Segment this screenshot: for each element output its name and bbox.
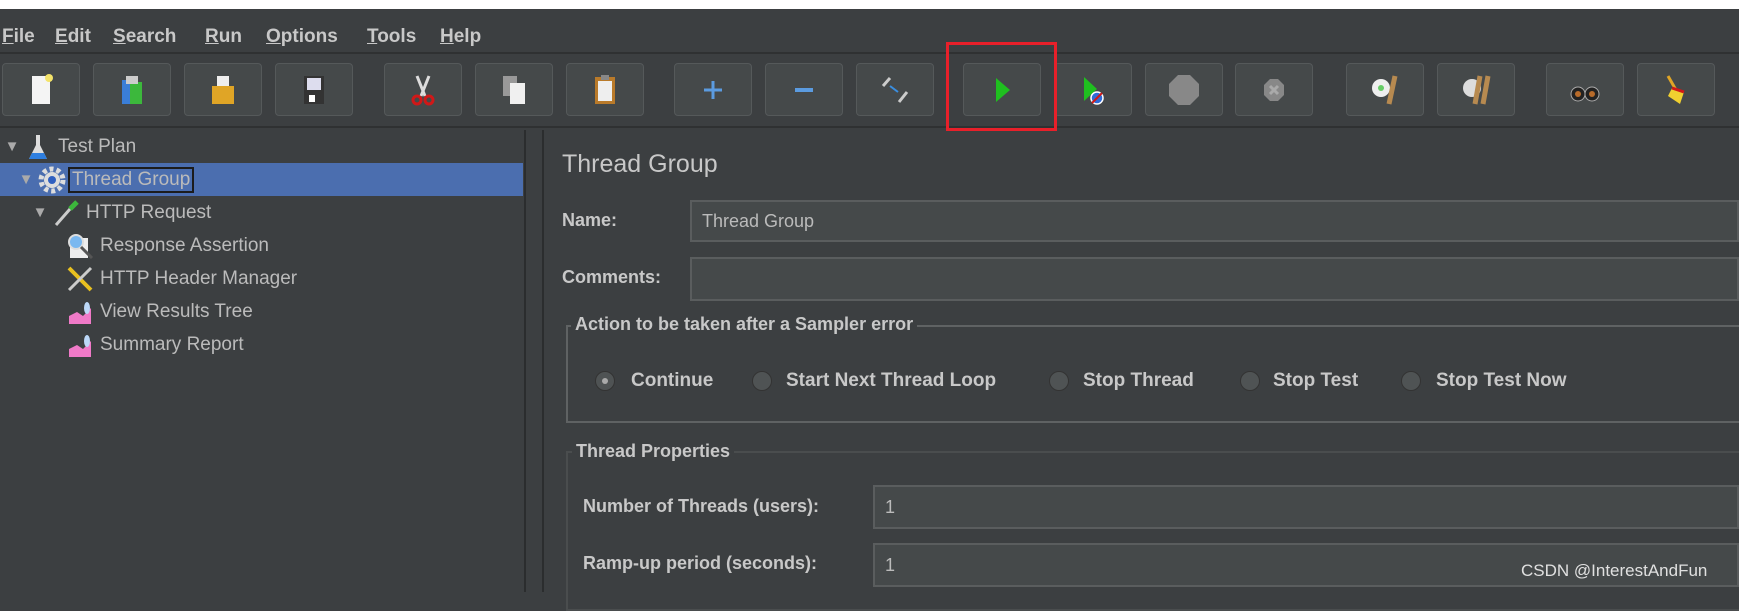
new-button[interactable] [2,63,80,116]
menu-bar: File Edit Search Run Options Tools Help [0,9,1739,52]
start-button[interactable] [963,63,1041,116]
save-icon [304,75,324,104]
radio-continue[interactable] [595,371,615,391]
name-label: Name: [562,210,618,230]
window-top-strip [0,0,1739,9]
menu-edit[interactable]: Edit [55,26,91,48]
radio-stop-thread[interactable] [1049,371,1069,391]
paste-button[interactable] [566,63,644,116]
toggle-button[interactable] [856,63,934,116]
graph-icon [66,331,94,359]
cut-icon [411,74,435,105]
new-icon [32,73,53,104]
save-button[interactable] [275,63,353,116]
templates-icon [122,75,142,104]
panel-title: Thread Group [562,150,718,178]
stop-icon [1169,74,1199,105]
graph-icon [66,298,94,326]
radio-start-next-thread-loop-label[interactable]: Start Next Thread Loop [786,370,996,392]
tree-item-summary-report[interactable]: Summary Report [0,328,585,361]
radio-stop-test[interactable] [1240,371,1260,391]
tree-item-response-assertion[interactable]: Response Assertion [0,229,585,262]
cut-button[interactable] [384,63,462,116]
collapse-all-button[interactable] [765,63,843,116]
clear-all-button[interactable] [1437,63,1515,116]
menu-tools[interactable]: Tools [367,26,416,48]
expand-triangle-icon[interactable]: ▼ [4,138,20,155]
watermark: CSDN @InterestAndFun [1521,561,1708,580]
comments-label: Comments: [562,267,662,287]
menu-run[interactable]: Run [205,26,242,48]
name-field[interactable]: Thread Group [690,200,1739,242]
clear-all-icon [1463,75,1491,104]
templates-button[interactable] [93,63,171,116]
collapse-icon [795,87,813,92]
tree-item-http-header-manager[interactable]: HTTP Header Manager [0,262,585,295]
open-button[interactable] [184,63,262,116]
threads-label: Number of Threads (users): [583,496,820,516]
start-no-pauses-icon [1084,76,1104,105]
radio-start-next-thread-loop[interactable] [752,371,772,391]
pipette-icon [52,199,80,227]
comments-field[interactable] [690,257,1739,301]
reset-search-button[interactable] [1637,63,1715,116]
sampler-error-legend: Action to be taken after a Sampler error [571,314,918,335]
radio-stop-thread-label[interactable]: Stop Thread [1083,370,1194,392]
thread-properties-group [566,451,1739,611]
menu-help[interactable]: Help [440,26,481,48]
rampup-label: Ramp-up period (seconds): [583,553,818,573]
threads-field[interactable]: 1 [873,485,1739,529]
copy-icon [503,75,525,104]
menu-search[interactable]: Search [113,26,176,48]
copy-button[interactable] [475,63,553,116]
menu-options[interactable]: Options [266,26,338,48]
expand-all-button[interactable] [674,63,752,116]
tree-item-thread-group[interactable]: ▼ Thread Group [0,163,523,196]
tree-item-test-plan[interactable]: ▼ Test Plan [0,130,527,163]
tree-item-view-results-tree[interactable]: View Results Tree [0,295,585,328]
clear-button[interactable] [1346,63,1424,116]
thread-properties-legend: Thread Properties [572,441,735,462]
clear-icon [1372,74,1398,105]
stop-button[interactable] [1145,63,1223,116]
expand-triangle-icon[interactable]: ▼ [18,171,34,188]
search-icon [1570,86,1600,101]
start-no-pauses-button[interactable] [1054,63,1132,116]
radio-continue-label[interactable]: Continue [631,370,713,392]
search-button[interactable] [1546,63,1624,116]
flask-icon [24,133,52,161]
shutdown-button[interactable] [1235,63,1313,116]
tree-item-http-request[interactable]: ▼ HTTP Request [0,196,555,229]
tools-icon [66,265,94,293]
toggle-icon [881,76,909,103]
menu-file[interactable]: File [2,26,35,48]
gear-icon [38,166,66,194]
expand-icon [704,80,722,99]
radio-stop-test-now-label[interactable]: Stop Test Now [1436,370,1567,392]
radio-stop-test-now[interactable] [1401,371,1421,391]
expand-triangle-icon[interactable]: ▼ [32,204,48,221]
magnifier-icon [66,232,94,260]
reset-search-icon [1666,74,1685,104]
radio-stop-test-label[interactable]: Stop Test [1273,370,1358,392]
shutdown-icon [1264,78,1284,101]
start-icon [996,77,1010,102]
paste-icon [595,74,615,104]
test-plan-tree: ▼ Test Plan ▼ Thread Group ▼ HTTP Reques… [0,130,526,592]
open-icon [212,75,234,104]
